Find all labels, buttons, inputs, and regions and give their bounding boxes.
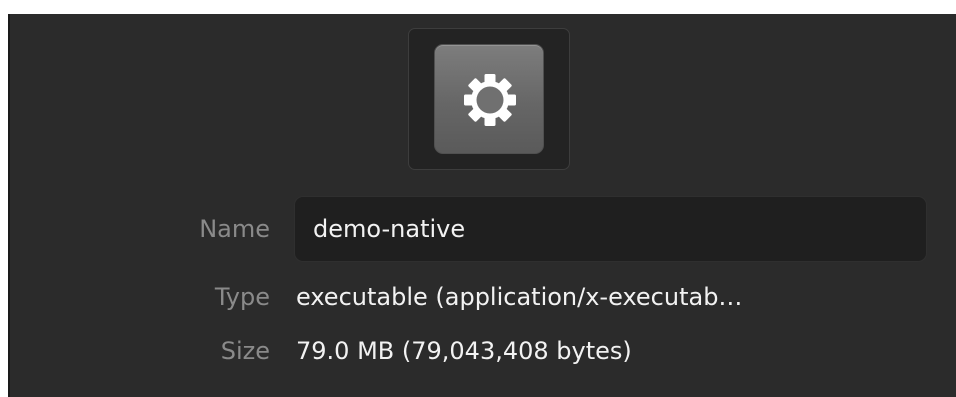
type-label: Type — [214, 283, 270, 311]
top-strip — [0, 0, 956, 14]
executable-app-icon — [434, 44, 544, 154]
properties-panel: Name Type executable (application/x-exec… — [0, 0, 956, 397]
size-value: 79.0 MB (79,043,408 bytes) — [296, 337, 632, 365]
panel-edge — [8, 14, 10, 397]
name-field[interactable] — [294, 196, 927, 262]
name-label: Name — [199, 215, 270, 243]
change-icon-button[interactable] — [408, 28, 570, 170]
size-label: Size — [220, 337, 270, 365]
gear-icon — [464, 74, 516, 126]
type-value: executable (application/x-executab… — [296, 283, 743, 311]
left-border — [0, 14, 8, 397]
